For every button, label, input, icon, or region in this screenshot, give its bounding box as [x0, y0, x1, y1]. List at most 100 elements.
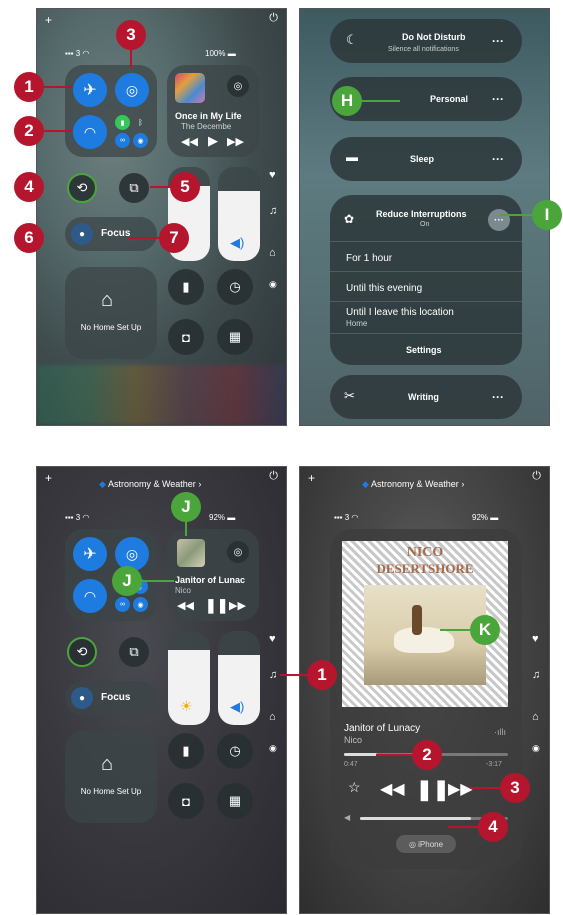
option-location[interactable]: Until I leave this location	[346, 307, 454, 318]
more-icon[interactable]: ···	[492, 390, 504, 404]
home-tile[interactable]: ⌂ No Home Set Up	[65, 267, 157, 359]
wifi-button[interactable]: ◠	[73, 115, 107, 149]
hotspot-button[interactable]: ◉	[133, 133, 148, 148]
more-icon[interactable]: ···	[488, 209, 510, 231]
airdrop-icon: ◎	[125, 545, 139, 562]
calculator-button[interactable]: ▦	[217, 319, 253, 355]
play-button[interactable]: ▶	[208, 133, 218, 149]
forward-button[interactable]: ▶▶	[448, 779, 473, 799]
music-note-icon[interactable]: ♫	[269, 205, 277, 217]
speaker-icon: ◀)	[230, 699, 245, 714]
focus-button[interactable]: ● Focus	[65, 681, 157, 715]
timer-button[interactable]: ◷	[217, 733, 253, 769]
focus-sleep[interactable]: ▬ Sleep ···	[330, 137, 522, 181]
radio-icon[interactable]: ◉	[269, 743, 277, 754]
camera-button[interactable]: ◘	[168, 783, 204, 819]
flashlight-button[interactable]: ▮	[168, 269, 204, 305]
airplane-mode-button[interactable]: ✈	[73, 73, 107, 107]
cellular-button[interactable]: ▮	[115, 115, 130, 130]
control-center-panel-main: + ⏻ ▪▪▪ 3 ◠ 100% ▬ ✈ ◎ ◠ ▮ ᛒ ∞ ◉ ◎ Once …	[36, 8, 287, 426]
calculator-icon: ▦	[228, 793, 242, 808]
focus-button[interactable]: ● Focus	[65, 217, 157, 251]
more-icon[interactable]: ···	[492, 34, 504, 48]
home-tile[interactable]: ⌂ No Home Set Up	[65, 731, 157, 823]
wifi-button[interactable]: ◠	[73, 579, 107, 613]
radio-icon[interactable]: ◉	[532, 743, 540, 754]
home-icon[interactable]: ⌂	[532, 711, 539, 723]
star-icon[interactable]: ☆	[348, 779, 361, 796]
airplane-mode-button[interactable]: ✈	[73, 537, 107, 571]
home-icon[interactable]: ⌂	[269, 711, 276, 723]
now-playing-tile[interactable]: ◎ Once in My Life The Decembe ◀◀ ▶ ▶▶	[167, 65, 259, 157]
album-photo	[364, 585, 486, 685]
lock-rotation-icon: ⟲	[76, 180, 88, 195]
pause-button[interactable]: ❚❚	[416, 777, 450, 802]
power-icon[interactable]: ⏻	[269, 470, 278, 483]
orientation-lock-button[interactable]: ⟲	[67, 173, 97, 203]
house-icon: ⌂	[101, 289, 114, 311]
volume-low-icon: ◀	[344, 813, 351, 822]
option-evening[interactable]: Until this evening	[346, 283, 422, 294]
orientation-lock-button[interactable]: ⟲	[67, 637, 97, 667]
signal-indicator: ▪▪▪ 3 ◠	[65, 513, 90, 522]
lock-rotation-icon: ⟲	[76, 644, 88, 659]
forward-button[interactable]: ▶▶	[227, 135, 244, 148]
hotspot-button[interactable]: ◉	[133, 597, 148, 612]
weather-widget-header[interactable]: ◆ Astronomy & Weather ›	[362, 479, 464, 490]
power-icon[interactable]: ⏻	[269, 12, 278, 25]
camera-button[interactable]: ◘	[168, 319, 204, 355]
weather-widget-header[interactable]: ◆ Astronomy & Weather ›	[99, 479, 201, 490]
heart-icon[interactable]: ♥	[269, 633, 276, 645]
rewind-button[interactable]: ◀◀	[380, 779, 405, 799]
vpn-button[interactable]: ∞	[115, 597, 130, 612]
add-icon[interactable]: +	[308, 471, 315, 485]
signal-indicator: ▪▪▪ 3 ◠	[334, 513, 359, 522]
heart-icon[interactable]: ♥	[269, 169, 276, 181]
callout-line	[130, 48, 132, 68]
airplay-button[interactable]: ◎	[227, 541, 249, 563]
more-icon[interactable]: ···	[492, 152, 504, 166]
scissors-icon: ✂	[344, 388, 355, 403]
music-note-icon[interactable]: ♫	[269, 669, 277, 681]
home-icon[interactable]: ⌂	[269, 247, 276, 259]
vpn-button[interactable]: ∞	[115, 133, 130, 148]
rewind-button[interactable]: ◀◀	[181, 135, 198, 148]
timer-button[interactable]: ◷	[217, 269, 253, 305]
focus-writing[interactable]: ✂ Writing ···	[330, 375, 522, 419]
callout-line	[360, 100, 400, 102]
now-playing-tile[interactable]: ◎ Janitor of Lunac Nico ◀◀ ❚❚ ▶▶	[167, 529, 259, 621]
radio-icon[interactable]: ◉	[269, 279, 277, 290]
remaining-time: -3:17	[486, 761, 502, 768]
callout-line	[185, 520, 187, 536]
option-1-hour[interactable]: For 1 hour	[346, 253, 392, 264]
add-icon[interactable]: +	[45, 13, 52, 27]
callout-6: 6	[14, 223, 44, 253]
airplay-button[interactable]: ◎	[227, 75, 249, 97]
more-icon[interactable]: ···	[492, 92, 504, 106]
progress-fill	[344, 753, 377, 756]
pause-button[interactable]: ❚❚	[205, 597, 228, 614]
output-device-button[interactable]: ◎ iPhone	[396, 835, 456, 853]
forward-button[interactable]: ▶▶	[229, 599, 246, 612]
airdrop-button[interactable]: ◎	[115, 73, 149, 107]
calculator-button[interactable]: ▦	[217, 783, 253, 819]
brightness-slider[interactable]: ☀	[168, 631, 210, 725]
power-icon[interactable]: ⏻	[532, 470, 541, 483]
screen-mirroring-button[interactable]: ⧉	[119, 173, 149, 203]
focus-menu-panel: ☾ Do Not Disturb Silence all notificatio…	[299, 8, 550, 426]
battery-indicator: 92% ▬	[209, 513, 236, 522]
music-note-icon[interactable]: ♫	[532, 669, 540, 681]
screen-mirroring-button[interactable]: ⧉	[119, 637, 149, 667]
volume-slider[interactable]: ◀)	[218, 631, 260, 725]
rewind-button[interactable]: ◀◀	[177, 599, 194, 612]
heart-icon[interactable]: ♥	[532, 633, 539, 645]
add-icon[interactable]: +	[45, 471, 52, 485]
volume-slider[interactable]: ◀)	[218, 167, 260, 261]
focus-do-not-disturb[interactable]: ☾ Do Not Disturb Silence all notificatio…	[330, 19, 522, 63]
flashlight-button[interactable]: ▮	[168, 733, 204, 769]
reduce-sub: On	[420, 221, 430, 228]
settings-link[interactable]: Settings	[406, 345, 442, 355]
callout-1: 1	[307, 660, 337, 690]
bluetooth-button[interactable]: ᛒ	[133, 115, 148, 130]
callout-line	[280, 674, 308, 676]
